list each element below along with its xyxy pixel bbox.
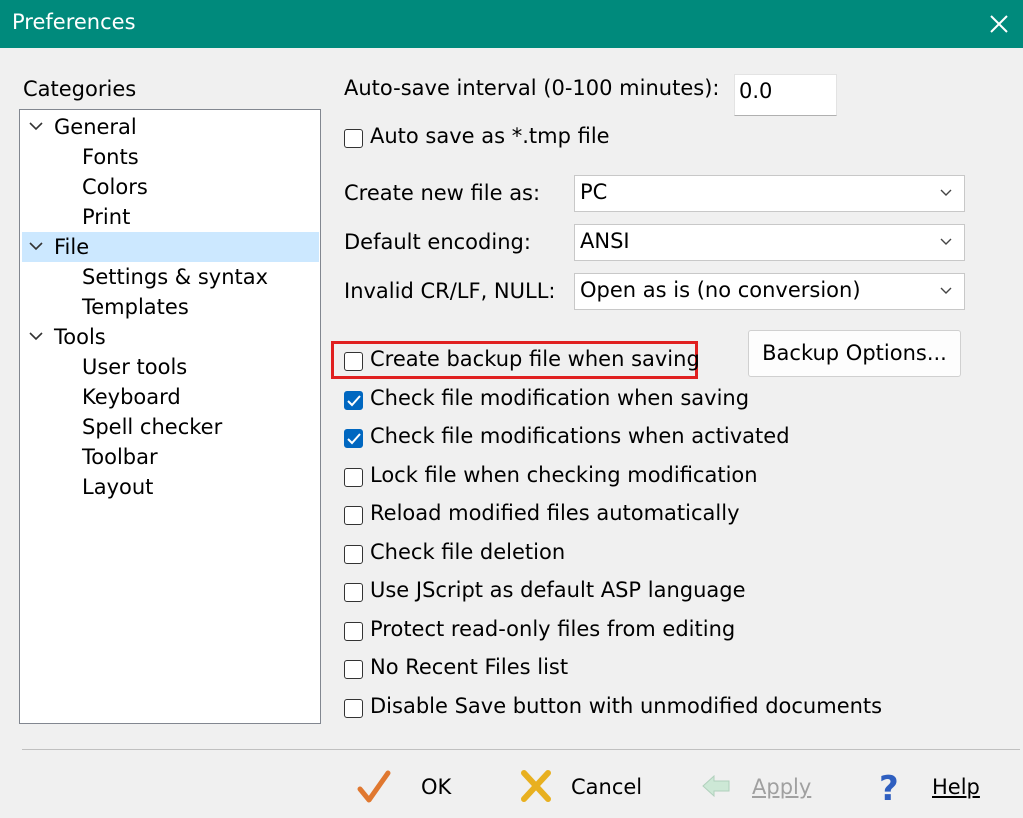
autosave-interval-label: Auto-save interval (0-100 minutes): bbox=[344, 76, 720, 100]
default-encoding-value: ANSI bbox=[580, 229, 630, 253]
invalid-crlf-label: Invalid CR/LF, NULL: bbox=[344, 279, 556, 303]
tree-label-file: File bbox=[54, 235, 90, 259]
tree-item-colors[interactable]: Colors bbox=[82, 172, 148, 202]
apply-label: Apply bbox=[752, 775, 812, 799]
close-icon bbox=[990, 15, 1008, 33]
checkbox-unchecked[interactable] bbox=[344, 583, 363, 602]
tree-item-toolbar[interactable]: Toolbar bbox=[82, 442, 158, 472]
dropdown-arrow-icon bbox=[940, 287, 952, 294]
invalid-crlf-select[interactable]: Open as is (no conversion) bbox=[574, 273, 965, 310]
checkbox-label: Disable Save button with unmodified docu… bbox=[370, 694, 883, 718]
tree-item-file[interactable]: File bbox=[22, 232, 319, 262]
checkbox-label: Reload modified files automatically bbox=[370, 501, 740, 525]
ok-label: OK bbox=[421, 775, 452, 799]
checkbox-unchecked[interactable] bbox=[344, 506, 363, 525]
checkbox-label: Check file deletion bbox=[370, 540, 566, 564]
cross-icon bbox=[521, 770, 551, 802]
checkbox-label: Create backup file when saving bbox=[370, 347, 700, 371]
categories-label: Categories bbox=[23, 77, 137, 101]
checkbox-unchecked[interactable] bbox=[344, 660, 363, 679]
close-button[interactable] bbox=[975, 0, 1023, 48]
check-mark-icon bbox=[347, 433, 361, 445]
tree-label-general: General bbox=[54, 115, 137, 139]
back-arrow-icon bbox=[702, 774, 730, 798]
default-encoding-label: Default encoding: bbox=[344, 230, 531, 254]
tree-item-spell-checker[interactable]: Spell checker bbox=[82, 412, 222, 442]
checkbox-label: Auto save as *.tmp file bbox=[370, 124, 610, 148]
dropdown-arrow-icon bbox=[940, 238, 952, 245]
svg-text:?: ? bbox=[879, 769, 899, 807]
checkbox-unchecked[interactable] bbox=[344, 352, 363, 371]
tree-label-tools: Tools bbox=[54, 325, 106, 349]
invalid-crlf-value: Open as is (no conversion) bbox=[580, 278, 861, 302]
cancel-button[interactable]: Cancel bbox=[520, 766, 645, 810]
checkbox-unchecked[interactable] bbox=[344, 468, 363, 487]
tree-item-user-tools[interactable]: User tools bbox=[82, 352, 187, 382]
default-encoding-select[interactable]: ANSI bbox=[574, 224, 965, 261]
checkbox-unchecked[interactable] bbox=[344, 699, 363, 718]
chevron-down-icon[interactable] bbox=[29, 122, 43, 131]
window-title: Preferences bbox=[12, 10, 136, 34]
ok-button[interactable]: OK bbox=[357, 766, 457, 810]
chevron-down-icon[interactable] bbox=[29, 332, 43, 341]
footer-separator bbox=[22, 749, 1020, 750]
checkmark-icon bbox=[357, 770, 391, 803]
checkbox-label: Check file modifications when activated bbox=[370, 424, 790, 448]
tree-item-general[interactable]: General bbox=[22, 112, 319, 142]
help-button[interactable]: ? Help bbox=[876, 766, 986, 810]
cancel-label: Cancel bbox=[571, 775, 643, 799]
backup-options-button[interactable]: Backup Options... bbox=[748, 330, 961, 377]
tree-item-layout[interactable]: Layout bbox=[82, 472, 153, 502]
question-mark-icon: ? bbox=[879, 769, 899, 807]
tree-item-fonts[interactable]: Fonts bbox=[82, 142, 139, 172]
create-new-file-label: Create new file as: bbox=[344, 181, 541, 205]
tree-item-tools[interactable]: Tools bbox=[22, 322, 319, 352]
apply-button[interactable]: Apply bbox=[700, 766, 815, 810]
chevron-down-icon[interactable] bbox=[29, 242, 43, 251]
autosave-interval-input[interactable]: 0.0 bbox=[734, 74, 837, 116]
tree-item-settings-syntax[interactable]: Settings & syntax bbox=[82, 262, 268, 292]
checkbox-checked[interactable] bbox=[344, 429, 363, 448]
tree-item-templates[interactable]: Templates bbox=[82, 292, 189, 322]
check-mark-icon bbox=[347, 395, 361, 407]
tree-item-print[interactable]: Print bbox=[82, 202, 130, 232]
category-tree[interactable]: General Fonts Colors Print File Settings… bbox=[19, 109, 321, 724]
help-label: Help bbox=[932, 775, 980, 799]
checkbox-label: Lock file when checking modification bbox=[370, 463, 758, 487]
title-bar: Preferences bbox=[0, 0, 1023, 48]
checkbox-checked[interactable] bbox=[344, 391, 363, 410]
checkbox-label: Use JScript as default ASP language bbox=[370, 578, 746, 602]
checkbox-label: Protect read-only files from editing bbox=[370, 617, 736, 641]
checkbox-label: No Recent Files list bbox=[370, 655, 569, 679]
checkbox-label: Check file modification when saving bbox=[370, 386, 750, 410]
create-new-file-select[interactable]: PC bbox=[574, 175, 965, 212]
checkbox-unchecked[interactable] bbox=[344, 545, 363, 564]
dropdown-arrow-icon bbox=[940, 189, 952, 196]
checkbox-unchecked[interactable] bbox=[344, 622, 363, 641]
create-new-file-value: PC bbox=[580, 180, 608, 204]
checkbox-box[interactable] bbox=[344, 129, 363, 148]
tree-item-keyboard[interactable]: Keyboard bbox=[82, 382, 181, 412]
